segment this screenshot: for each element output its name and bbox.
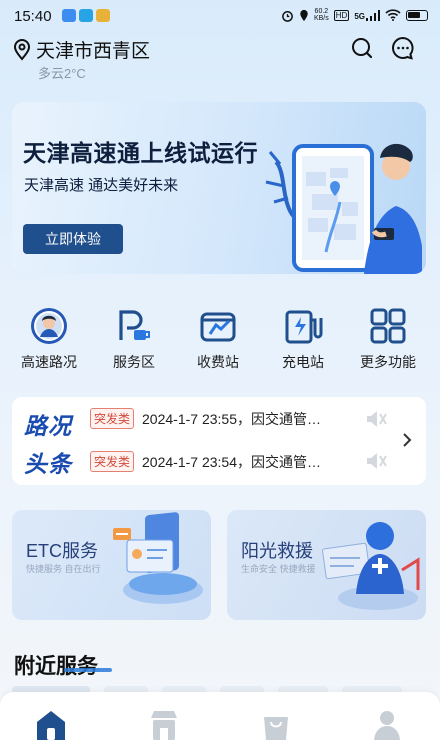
shop-tab-icon[interactable] <box>259 708 293 740</box>
quick-actions: 高速路况 服务区 收费站 充电站 更多功能 <box>0 306 440 374</box>
etc-card-illustration <box>113 512 203 604</box>
quick-item-highway-traffic[interactable]: 高速路况 <box>9 306 89 372</box>
etc-service-card[interactable]: ETC服务 快捷服务 自在出行 <box>12 510 211 620</box>
sunshine-rescue-card[interactable]: 阳光救援 生命安全 快捷救援 <box>227 510 426 620</box>
headline-tag: 突发类 <box>90 451 135 472</box>
hd-badge: HD <box>333 9 350 21</box>
nearby-services-title: 附近服务 <box>14 655 98 678</box>
quick-item-label: 充电站 <box>282 354 324 370</box>
bottom-tab-bar <box>0 692 440 740</box>
card-title: ETC服务 <box>26 541 98 561</box>
quick-item-label: 高速路况 <box>21 354 77 370</box>
toll-station-icon <box>200 312 236 342</box>
quick-item-service-area[interactable]: 服务区 <box>94 306 174 372</box>
mute-icon[interactable] <box>364 451 388 471</box>
notification-app-icon <box>62 9 76 22</box>
highway-badge-icon <box>31 308 67 344</box>
signal-icon: 5G <box>354 9 380 21</box>
notification-app-icon <box>79 9 93 22</box>
notification-app-icon <box>96 9 110 22</box>
card-subtitle: 生命安全 快捷救援 <box>241 564 316 574</box>
banner-subtitle: 天津高速 通达美好未来 <box>24 177 179 194</box>
headline-item[interactable]: 突发类 2024-1-7 23:54，因交通管… <box>90 451 321 472</box>
message-icon[interactable] <box>391 36 415 60</box>
status-bar: 15:40 60.2 KB/s HD 5G <box>0 0 440 32</box>
profile-tab-icon[interactable] <box>370 708 404 740</box>
mute-icon[interactable] <box>364 409 388 429</box>
service-area-icon <box>119 310 150 340</box>
headline-text: 2024-1-7 23:55，因交通管… <box>142 410 321 427</box>
headline-text: 2024-1-7 23:54，因交通管… <box>142 453 321 470</box>
service-tab-icon[interactable] <box>147 708 181 740</box>
quick-item-toll-station[interactable]: 收费站 <box>178 306 258 372</box>
battery-icon <box>406 9 428 21</box>
promo-banner[interactable]: 天津高速通上线试运行 天津高速 通达美好未来 立即体验 <box>12 102 426 274</box>
weather-text: 多云2°C <box>38 66 86 81</box>
phone-person-illustration <box>265 143 422 274</box>
quick-item-label: 服务区 <box>113 354 155 370</box>
quick-item-label: 收费站 <box>197 354 239 370</box>
section-underline <box>64 668 112 672</box>
location-pin-icon <box>13 38 31 61</box>
headline-tag: 突发类 <box>90 408 135 429</box>
traffic-headlines[interactable]: 路况 头条 突发类 2024-1-7 23:55，因交通管… 突发类 2024-… <box>12 397 426 485</box>
home-tab-icon[interactable] <box>34 708 68 740</box>
net-speed: 60.2 KB/s <box>313 8 329 22</box>
grid-icon <box>370 308 406 344</box>
location-city: 天津市西青区 <box>36 41 151 62</box>
status-right: 60.2 KB/s HD 5G <box>281 8 428 22</box>
status-time: 15:40 <box>14 8 52 25</box>
wifi-icon <box>385 9 401 21</box>
quick-item-label: 更多功能 <box>360 354 416 370</box>
status-notification-icons <box>62 9 110 22</box>
rescue-card-illustration <box>322 522 420 610</box>
banner-title: 天津高速通上线试运行 <box>23 140 258 166</box>
card-title: 阳光救援 <box>241 541 313 561</box>
headline-logo-line2: 头条 <box>24 451 72 477</box>
quick-item-charging-station[interactable]: 充电站 <box>263 306 343 372</box>
quick-item-more[interactable]: 更多功能 <box>348 306 428 372</box>
search-icon[interactable] <box>350 36 374 60</box>
location-selector[interactable]: 天津市西青区 <box>12 36 150 63</box>
charging-station-icon <box>285 310 323 344</box>
headline-item[interactable]: 突发类 2024-1-7 23:55，因交通管… <box>90 408 321 429</box>
chevron-right-icon[interactable] <box>402 432 412 448</box>
alarm-icon <box>282 10 293 22</box>
card-subtitle: 快捷服务 自在出行 <box>26 564 101 574</box>
banner-try-button[interactable]: 立即体验 <box>23 224 123 254</box>
headline-logo-line1: 路况 <box>24 413 72 439</box>
location-status-icon <box>300 9 308 21</box>
